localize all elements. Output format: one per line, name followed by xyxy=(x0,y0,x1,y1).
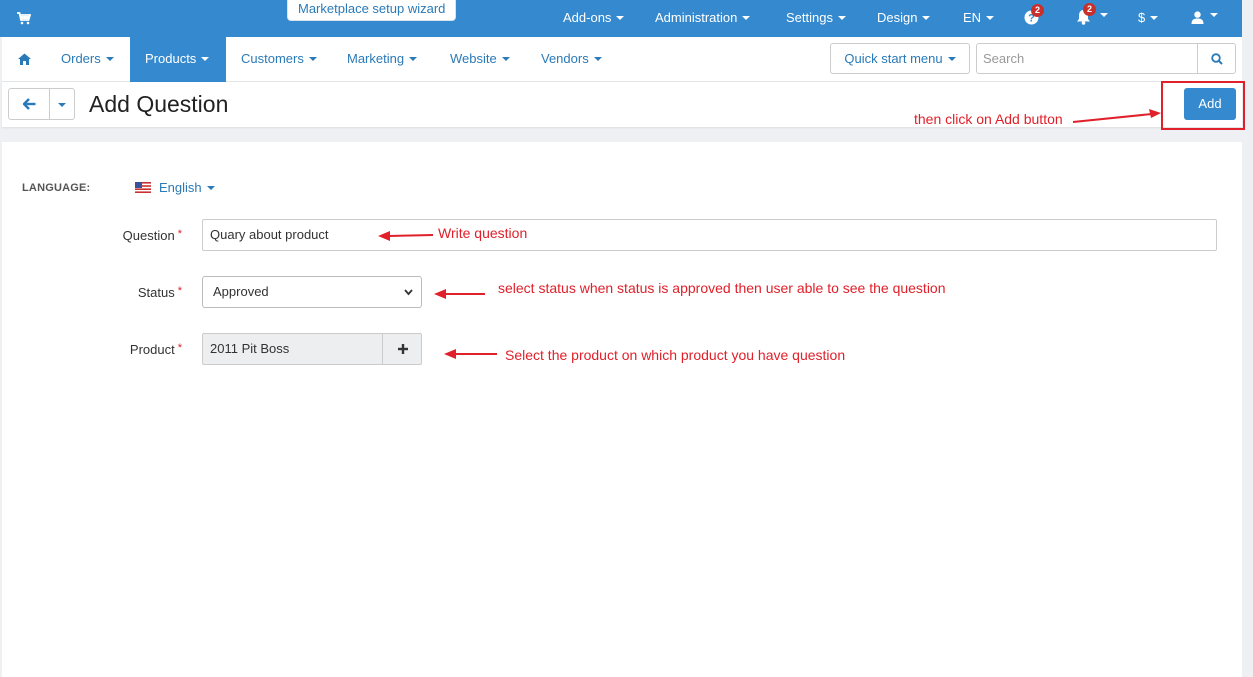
currency-label: $ xyxy=(1138,10,1146,25)
search-icon xyxy=(1211,53,1223,65)
add-button[interactable]: Add xyxy=(1184,88,1236,120)
nav-orders[interactable]: Orders xyxy=(48,37,130,82)
arrow-left-icon xyxy=(23,98,36,110)
annotation-arrow-icon xyxy=(444,349,497,359)
nav-label: Website xyxy=(450,51,497,66)
caret-down-icon xyxy=(837,15,846,20)
annotation-arrow-icon xyxy=(378,231,434,241)
nav-label: Customers xyxy=(241,51,304,66)
status-label: Status * xyxy=(62,285,182,300)
product-field: 2011 Pit Boss xyxy=(202,333,383,365)
back-button[interactable] xyxy=(8,88,50,120)
question-input[interactable]: Quary about product xyxy=(202,219,1217,251)
quick-start-label: Quick start menu xyxy=(844,51,943,66)
menu-administration[interactable]: Administration xyxy=(655,10,751,25)
nav-marketing[interactable]: Marketing xyxy=(347,37,418,82)
caret-down-icon xyxy=(105,56,114,61)
nav-label: Vendors xyxy=(541,51,589,66)
nav-website[interactable]: Website xyxy=(450,37,510,82)
nav-label: Products xyxy=(145,51,197,66)
required-mark: * xyxy=(177,342,182,354)
user-icon[interactable] xyxy=(1191,11,1204,24)
nav-products[interactable]: Products xyxy=(130,37,226,82)
required-mark: * xyxy=(177,285,182,297)
caret-down-icon xyxy=(409,56,418,61)
language-selector[interactable]: English xyxy=(159,180,215,195)
history-dropdown-button[interactable] xyxy=(49,88,75,120)
nav-label: Orders xyxy=(61,51,101,66)
form-panel: LANGUAGE: English Question * Quary about … xyxy=(2,142,1242,677)
caret-down-icon xyxy=(58,103,66,107)
menu-label: EN xyxy=(963,10,982,25)
caret-down-icon xyxy=(1150,15,1159,20)
question-label: Question * xyxy=(62,228,182,243)
home-icon[interactable] xyxy=(18,53,31,65)
menu-label: Add-ons xyxy=(563,10,612,25)
annotation-arrow-icon xyxy=(1072,109,1161,123)
caret-down-icon xyxy=(986,15,995,20)
menu-label: Design xyxy=(877,10,918,25)
status-select[interactable]: Approved xyxy=(202,276,422,308)
caret-down-icon xyxy=(206,185,215,190)
annotation-arrow-icon xyxy=(434,289,485,299)
marketplace-setup-wizard-link[interactable]: Marketplace setup wizard xyxy=(287,0,457,21)
search-input[interactable] xyxy=(976,43,1198,74)
menu-language[interactable]: EN xyxy=(963,10,995,25)
product-label: Product * xyxy=(62,342,182,357)
help-badge: 2 xyxy=(1031,4,1044,17)
product-label-text: Product xyxy=(129,342,175,357)
status-label-text: Status xyxy=(137,285,175,300)
menu-label: Administration xyxy=(655,10,738,25)
add-product-button[interactable] xyxy=(382,333,422,365)
quick-start-menu-button[interactable]: Quick start menu xyxy=(830,43,970,74)
main-nav: Orders Products Customers Marketing Webs… xyxy=(2,37,1242,82)
page-title: Add Question xyxy=(89,91,229,117)
nav-vendors[interactable]: Vendors xyxy=(541,37,602,82)
caret-down-icon xyxy=(308,56,317,61)
caret-down-icon xyxy=(742,15,751,20)
nav-label: Marketing xyxy=(347,51,405,66)
caret-down-icon xyxy=(1100,13,1108,17)
menu-currency[interactable]: $ xyxy=(1138,10,1159,25)
plus-icon xyxy=(398,344,408,354)
menu-label: Settings xyxy=(786,10,833,25)
nav-customers[interactable]: Customers xyxy=(241,37,317,82)
caret-down-icon xyxy=(593,56,602,61)
us-flag-icon xyxy=(135,182,151,193)
cart-icon[interactable] xyxy=(17,11,31,25)
annotation-status: select status when status is approved th… xyxy=(498,280,946,296)
menu-design[interactable]: Design xyxy=(877,10,931,25)
annotation-add: then click on Add button xyxy=(914,111,1063,127)
language-label: LANGUAGE: xyxy=(22,182,91,194)
language-value: English xyxy=(159,180,202,195)
menu-settings[interactable]: Settings xyxy=(786,10,846,25)
caret-down-icon xyxy=(501,56,510,61)
chevron-down-icon xyxy=(404,289,413,296)
caret-down-icon xyxy=(616,15,625,20)
top-bar: Marketplace setup wizard Add-ons Adminis… xyxy=(0,0,1242,37)
caret-down-icon xyxy=(201,56,210,61)
annotation-product: Select the product on which product you … xyxy=(505,347,846,363)
menu-add-ons[interactable]: Add-ons xyxy=(563,10,625,25)
search-button[interactable] xyxy=(1197,43,1236,74)
status-value: Approved xyxy=(213,284,269,299)
annotation-question: Write question xyxy=(438,225,528,241)
required-mark: * xyxy=(177,228,182,240)
caret-down-icon xyxy=(922,15,931,20)
caret-down-icon xyxy=(947,56,956,61)
caret-down-icon xyxy=(1210,13,1218,17)
question-label-text: Question xyxy=(122,228,175,243)
notifications-badge: 2 xyxy=(1083,3,1096,16)
